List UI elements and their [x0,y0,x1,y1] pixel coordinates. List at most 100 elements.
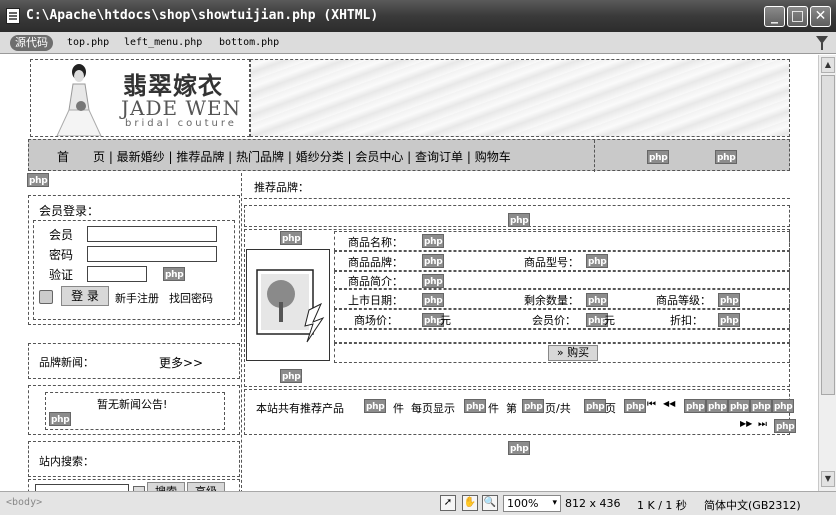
php-marker[interactable]: php [280,369,303,383]
document-icon [6,8,20,24]
next-page-icon[interactable]: ▶▶ [740,419,752,428]
login-button[interactable]: 登 录 [61,286,109,306]
php-marker[interactable]: php [49,412,72,426]
php-marker[interactable]: php [624,399,647,413]
pager-page: 页 [605,402,616,415]
grade-label: 商品等级： [656,294,711,307]
launch-date-label: 上市日期： [348,294,403,307]
member-input[interactable] [87,226,217,242]
pager-piece: 件 [393,402,404,415]
pager-piece2: 件 [488,402,499,415]
nav-links[interactable]: 首 页 | 最新婚纱 | 推荐品牌 | 热门品牌 | 婚纱分类 | 会员中心 |… [57,148,511,165]
verify-label: 验证 [49,268,74,282]
php-marker[interactable]: php [364,399,387,413]
pager-page-of: 页/共 [545,402,571,415]
search-button[interactable]: 搜索 [147,482,185,491]
file-tab-bottom[interactable]: bottom.php [219,37,279,48]
php-marker[interactable]: php [163,267,186,281]
file-size-download-time: 1 K / 1 秒 [637,499,687,512]
password-input[interactable] [87,246,217,262]
register-link[interactable]: 新手注册 [115,290,159,306]
php-marker[interactable]: php [27,173,50,187]
php-marker[interactable]: php [586,254,609,268]
php-marker[interactable]: php [684,399,707,413]
pager-total-label: 本站共有推荐产品 [256,402,344,415]
php-marker[interactable]: php [647,150,670,164]
verify-input[interactable] [87,266,147,282]
brand-news-panel: 暂无新闻公告! php [28,385,240,435]
discount-label: 折扣： [670,314,703,327]
scroll-thumb[interactable] [821,75,835,395]
brand-label: 商品品牌： [348,256,403,269]
logo-area: 翡翠嫁衣 JADE WEN bridal couture [30,59,250,137]
minimize-button[interactable]: _ [764,6,785,27]
php-marker[interactable]: php [508,441,531,455]
search-input[interactable] [35,484,129,491]
php-marker[interactable]: php [422,293,445,307]
php-marker[interactable]: php [508,213,531,227]
php-marker[interactable]: php [706,399,729,413]
stock-label: 剩余数量： [524,294,579,307]
design-view[interactable]: 翡翠嫁衣 JADE WEN bridal couture 首 页 | 最新婚纱 … [0,55,818,491]
product-info: 商品名称： php 商品品牌： php 商品型号： php 商品简介： php … [334,231,790,363]
encoding: 简体中文(GB2312) [704,499,801,512]
status-bar: <body> ➚ ✋ 🔍 100% 812 x 436 1 K / 1 秒 简体… [0,491,836,515]
pointer-tool-icon[interactable]: ➚ [440,495,456,511]
php-marker[interactable]: php [715,150,738,164]
advanced-search-button[interactable]: 高级 [187,482,225,491]
php-marker[interactable]: php [728,399,751,413]
pager-di: 第 [506,402,517,415]
product-name-label: 商品名称： [348,236,403,249]
zoom-select[interactable]: 100% [503,495,561,512]
scroll-down-icon[interactable]: ▼ [821,471,835,487]
no-news-text: 暂无新闻公告! [97,398,168,411]
login-icon [39,290,53,304]
site-search-header: 站内搜索： [28,441,240,477]
window-size[interactable]: 812 x 436 [565,497,621,510]
logo-sub: bridal couture [125,118,237,129]
brand-news-header: 品牌新闻： 更多>> [28,343,240,379]
source-code-tab[interactable]: 源代码 [10,35,53,51]
close-button[interactable]: ✕ [810,6,831,27]
maximize-button[interactable]: □ [787,6,808,27]
login-panel: 会员登录： 会员 密码 验证 php 登 录 新手注册 找回密码 [28,195,240,325]
php-marker[interactable]: php [422,274,445,288]
login-title: 会员登录： [39,204,100,218]
intro-label: 商品简介： [348,275,403,288]
prev-page-icon[interactable]: ◀◀ [663,399,675,408]
title-bar: C:\Apache\htdocs\shop\showtuijian.php (X… [0,0,836,32]
left-column: php 会员登录： 会员 密码 验证 php 登 录 新手注册 找回密码 品牌新… [26,173,242,491]
hand-tool-icon[interactable]: ✋ [462,495,478,511]
tag-selector[interactable]: <body> [6,497,42,508]
recover-password-link[interactable]: 找回密码 [169,290,213,306]
last-page-icon[interactable]: ⏭ [758,419,767,430]
file-tab-left-menu[interactable]: left_menu.php [124,37,202,48]
model-label: 商品型号： [524,256,579,269]
php-marker[interactable]: php [586,293,609,307]
file-tab-top[interactable]: top.php [67,37,109,48]
bride-image-icon [56,64,102,136]
pager-perpage-label: 每页显示 [411,402,455,415]
php-marker[interactable]: php [522,399,545,413]
php-marker[interactable]: php [750,399,773,413]
php-marker[interactable]: php [280,231,303,245]
more-link[interactable]: 更多>> [159,354,203,371]
php-marker[interactable]: php [718,293,741,307]
filter-icon[interactable] [816,36,828,50]
first-page-icon[interactable]: ⏮ [647,399,656,410]
related-files-toolbar: 源代码 top.php left_menu.php bottom.php [0,32,836,54]
php-marker[interactable]: php [422,254,445,268]
php-marker[interactable]: php [772,399,795,413]
section-header: 推荐品牌： [244,173,790,199]
php-marker[interactable]: php [422,234,445,248]
search-title: 站内搜索： [39,455,94,468]
scroll-up-icon[interactable]: ▲ [821,57,835,73]
php-marker[interactable]: php [718,313,741,327]
vertical-scrollbar[interactable]: ▲ ▼ [818,55,836,491]
password-label: 密码 [49,248,74,262]
zoom-tool-icon[interactable]: 🔍 [482,495,498,511]
php-marker[interactable]: php [774,419,797,433]
php-marker[interactable]: php [584,399,607,413]
buy-button[interactable]: » 购买 [548,345,598,361]
php-marker[interactable]: php [464,399,487,413]
